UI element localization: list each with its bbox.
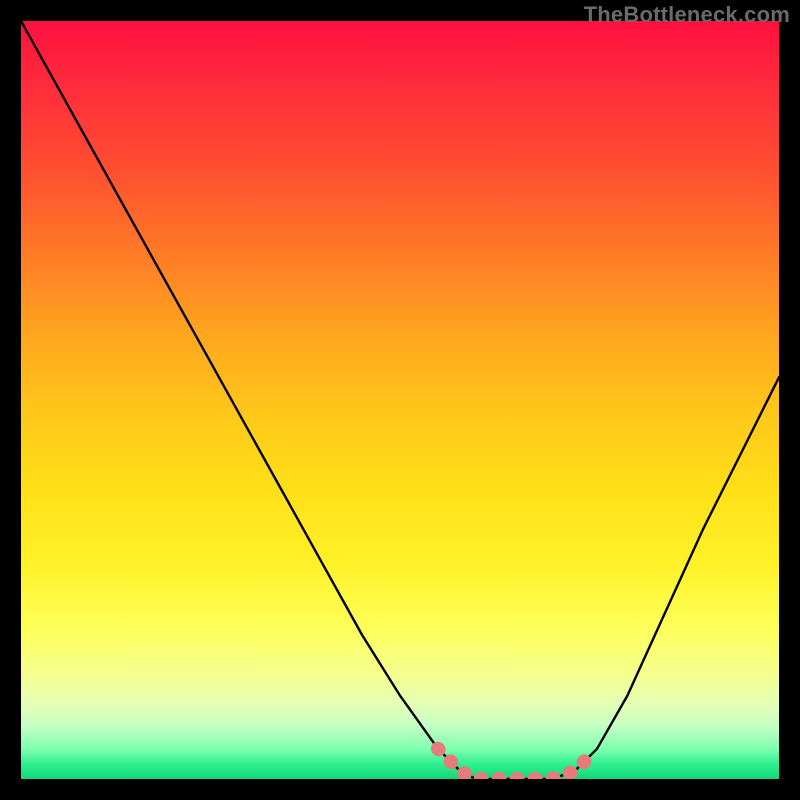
- chart-stage: TheBottleneck.com: [0, 0, 800, 800]
- bottleneck-curve: [21, 21, 779, 779]
- plot-area: [21, 21, 779, 779]
- optimal-zone-highlight: [438, 749, 590, 779]
- attribution-text: TheBottleneck.com: [584, 2, 790, 28]
- curve-layer: [21, 21, 779, 779]
